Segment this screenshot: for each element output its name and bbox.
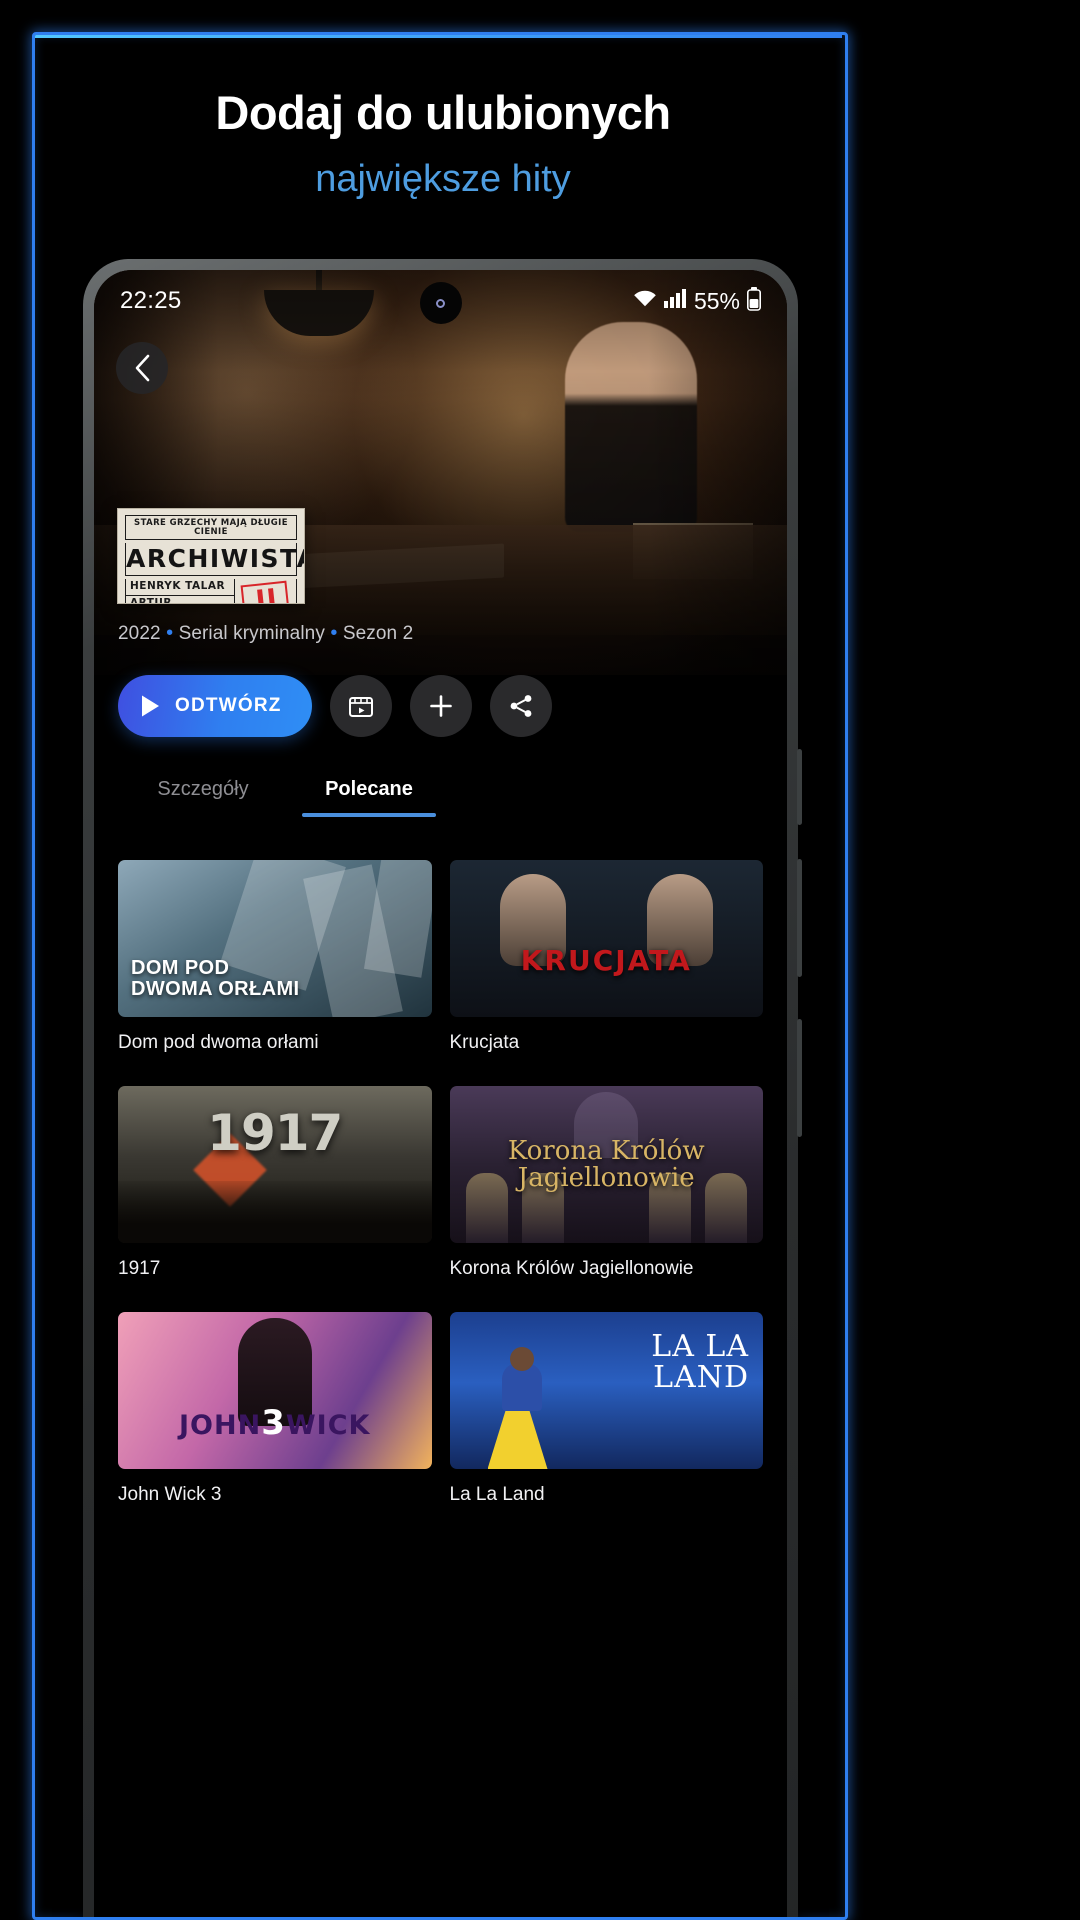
- meta-separator-2: •: [330, 622, 338, 644]
- back-button[interactable]: [116, 342, 168, 394]
- recommendation-title: Krucjata: [449, 1032, 520, 1053]
- recommendation-title: John Wick 3: [118, 1484, 222, 1505]
- meta-year: 2022: [118, 623, 161, 644]
- phone-volume-down-button: [797, 1019, 802, 1137]
- recommendation-thumbnail[interactable]: DOM POD DWOMA ORŁAMI: [118, 860, 432, 1017]
- promo-subtitle: największe hity: [315, 157, 571, 200]
- share-icon: [510, 695, 531, 717]
- art-text-line-2: DWOMA ORŁAMI: [131, 978, 300, 1001]
- share-button[interactable]: [489, 675, 552, 737]
- person-silhouette-decor: [565, 322, 697, 532]
- poster-season-number: [234, 579, 296, 603]
- recommendation-title: La La Land: [449, 1484, 545, 1505]
- battery-icon: [747, 286, 761, 316]
- poster-title: ARCHIWISTA: [125, 543, 304, 576]
- recommendation-title: 1917: [118, 1258, 161, 1279]
- episodes-icon: [348, 697, 373, 717]
- status-icons: 55%: [633, 286, 761, 316]
- poster-cast: HENRYK TALAR ARTUR ŻMIJEWSKI: [126, 579, 234, 603]
- recommendation-title: Dom pod dwoma orłami: [118, 1032, 319, 1053]
- poster-bottom: HENRYK TALAR ARTUR ŻMIJEWSKI: [125, 579, 297, 603]
- recommendation-card[interactable]: Korona Królów Jagiellonowie Korona Króló…: [449, 1086, 764, 1302]
- detail-tabs: Szczegóły Polecane: [118, 778, 738, 817]
- chevron-left-icon: [135, 354, 149, 382]
- meta-genre: Serial kryminalny: [178, 623, 325, 644]
- recommendation-thumbnail[interactable]: LA LA LAND: [449, 1312, 763, 1469]
- recommendation-thumbnail[interactable]: Korona Królów Jagiellonowie: [449, 1086, 764, 1243]
- poster-tagline: STARE GRZECHY MAJĄ DŁUGIE CIENIE: [125, 515, 297, 540]
- thumbnail-art-text: 1917: [207, 1104, 343, 1162]
- meta-separator-1: •: [166, 622, 174, 644]
- add-to-list-button[interactable]: [409, 675, 472, 737]
- thumbnail-art-text: DOM POD DWOMA ORŁAMI: [131, 956, 300, 1001]
- poster-cast-2: ARTUR ŻMIJEWSKI: [126, 594, 234, 603]
- recommendation-card[interactable]: KRUCJATA Krucjata: [449, 860, 763, 1076]
- recommendation-card[interactable]: 1917 1917: [118, 1086, 432, 1302]
- promo-screenshot: Dodaj do ulubionych największe hity 22:2…: [0, 0, 1080, 1920]
- poster-cast-1: HENRYK TALAR: [130, 580, 226, 592]
- episodes-button[interactable]: [329, 675, 392, 737]
- plus-icon: [429, 695, 452, 717]
- wifi-icon: [633, 289, 657, 313]
- art-text-mid: 3: [261, 1403, 286, 1443]
- meta-season: Sezon 2: [342, 623, 414, 644]
- cellular-signal-icon: [663, 289, 687, 313]
- thumbnail-art-text: Korona Królów Jagiellonowie: [450, 1136, 764, 1194]
- play-button[interactable]: ODTWÓRZ: [118, 675, 312, 737]
- art-text-line-1: JOHN: [179, 1410, 262, 1441]
- status-time: 22:25: [120, 287, 182, 314]
- promo-heading-block: Dodaj do ulubionych największe hity: [35, 86, 845, 201]
- thumbnail-art-text: KRUCJATA: [520, 944, 692, 977]
- battery-percent-label: 55%: [693, 287, 740, 314]
- recommendations-grid: DOM POD DWOMA ORŁAMI Dom pod dwoma orłam…: [118, 860, 763, 1528]
- phone-mockup: 22:25 55% STARE GRZECHY MAJĄ DŁUGIE CIEN…: [83, 259, 802, 1917]
- play-icon: [142, 695, 159, 717]
- phone-side-button: [797, 749, 802, 825]
- art-text-line-2: LAND: [653, 1359, 749, 1395]
- art-text-line-2: Jagiellonowie: [517, 1163, 695, 1194]
- art-text-line-1: Korona Królów: [507, 1136, 705, 1166]
- tab-polecane[interactable]: Polecane: [288, 778, 450, 817]
- art-text-line-1: DOM POD: [131, 956, 230, 979]
- books-decor: [633, 523, 753, 579]
- title-metadata: 2022 • Serial kryminalny • Sezon 2: [118, 622, 413, 645]
- thumbnail-art-text: JOHN3WICK: [118, 1403, 432, 1443]
- papers-decor: [294, 543, 504, 589]
- art-text-line-2: WICK: [285, 1410, 371, 1441]
- phone-volume-up-button: [797, 859, 802, 977]
- recommendation-thumbnail[interactable]: JOHN3WICK: [118, 1312, 432, 1469]
- phone-screen: 22:25 55% STARE GRZECHY MAJĄ DŁUGIE CIEN…: [94, 270, 787, 1917]
- recommendation-card[interactable]: JOHN3WICK John Wick 3: [118, 1312, 432, 1528]
- title-poster: STARE GRZECHY MAJĄ DŁUGIE CIENIE ARCHIWI…: [117, 508, 305, 604]
- play-button-label: ODTWÓRZ: [175, 695, 282, 716]
- promo-frame: Dodaj do ulubionych największe hity 22:2…: [32, 32, 848, 1920]
- recommendation-thumbnail[interactable]: 1917: [118, 1086, 432, 1243]
- thumbnail-art-text: LA LA LAND: [651, 1331, 749, 1395]
- recommendation-title: Korona Królów Jagiellonowie: [449, 1258, 694, 1279]
- camera-punch-hole: [419, 282, 462, 324]
- tab-szczegoly[interactable]: Szczegóły: [118, 778, 288, 817]
- recommendation-card[interactable]: DOM POD DWOMA ORŁAMI Dom pod dwoma orłam…: [118, 860, 432, 1076]
- recommendation-card[interactable]: LA LA LAND La La Land: [449, 1312, 763, 1528]
- recommendation-thumbnail[interactable]: KRUCJATA: [449, 860, 763, 1017]
- action-buttons: ODTWÓRZ: [118, 675, 552, 737]
- promo-title: Dodaj do ulubionych: [215, 86, 671, 139]
